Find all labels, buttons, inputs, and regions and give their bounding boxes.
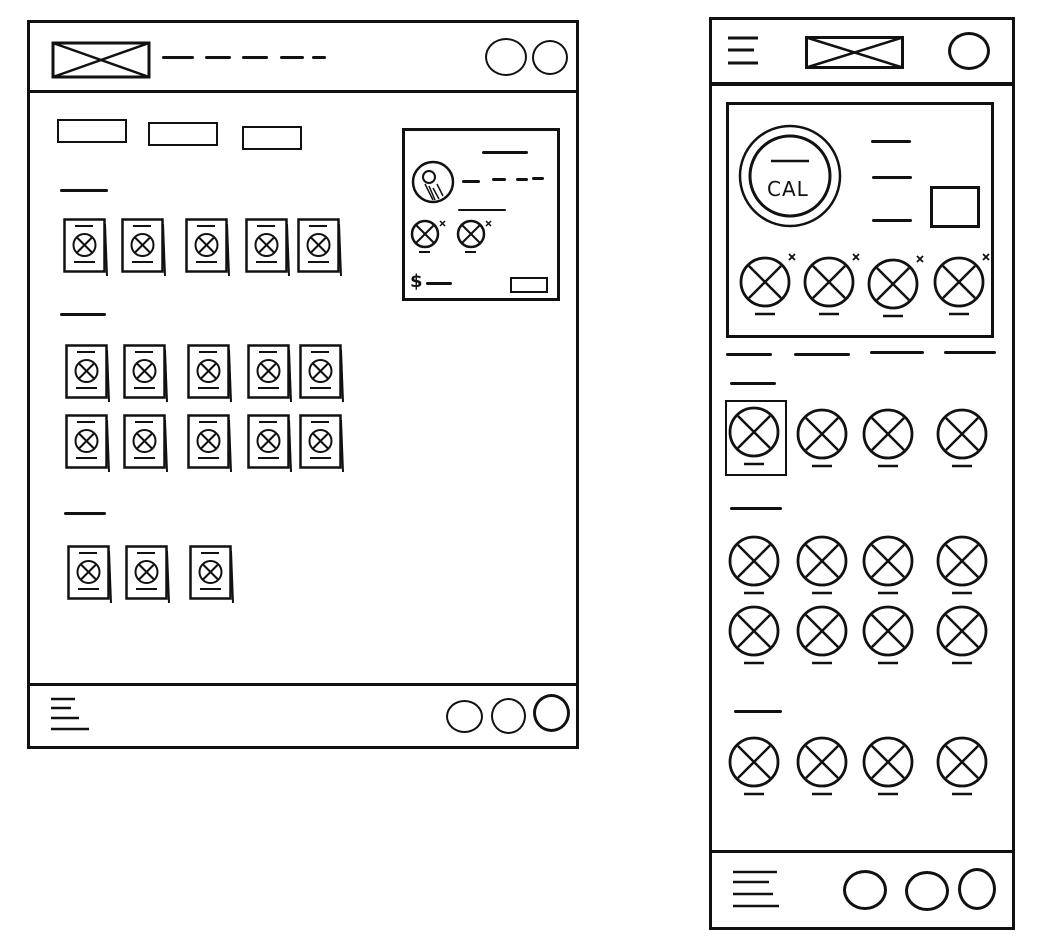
product-card[interactable] [299, 344, 345, 406]
section-heading [60, 189, 108, 192]
product-card[interactable] [189, 545, 235, 607]
footer-action-button[interactable] [446, 700, 483, 733]
item-circle-icon[interactable] [728, 533, 788, 599]
tab[interactable] [726, 353, 772, 356]
summary-action-button[interactable] [930, 186, 980, 228]
item-circle-icon[interactable] [728, 734, 788, 800]
cart-item-price [458, 209, 506, 211]
remove-item-icon[interactable] [803, 253, 863, 320]
nav-link[interactable] [205, 56, 231, 59]
product-card[interactable] [123, 344, 169, 406]
logo-placeholder-icon[interactable] [805, 36, 907, 72]
desktop-wireframe: $ [27, 20, 579, 749]
product-card[interactable] [299, 414, 345, 476]
item-circle-icon[interactable] [796, 533, 856, 599]
product-card[interactable] [67, 545, 113, 607]
footer-action-button[interactable] [533, 694, 570, 732]
product-card[interactable] [247, 414, 293, 476]
item-circle-icon[interactable] [936, 603, 996, 669]
nav-link[interactable] [162, 56, 194, 59]
cart-item-name [516, 178, 528, 181]
tab[interactable] [242, 126, 302, 150]
item-circle-icon[interactable] [796, 406, 856, 472]
item-circle-icon[interactable] [728, 603, 788, 669]
item-circle-icon[interactable] [796, 603, 856, 669]
remove-item-icon[interactable] [867, 255, 927, 322]
mobile-wireframe: CAL [709, 17, 1015, 930]
item-circle-icon[interactable] [936, 734, 996, 800]
logo-placeholder-icon[interactable] [51, 41, 152, 80]
product-card[interactable] [297, 218, 343, 280]
tab[interactable] [944, 351, 996, 354]
header-action-button[interactable] [485, 38, 527, 76]
product-card[interactable] [187, 344, 233, 406]
remove-item-icon[interactable] [410, 217, 448, 255]
product-card[interactable] [63, 218, 109, 280]
footer-action-button[interactable] [843, 870, 887, 910]
product-card[interactable] [245, 218, 291, 280]
summary-stat [871, 140, 911, 143]
item-circle-icon[interactable] [862, 406, 922, 472]
item-circle-icon[interactable] [796, 734, 856, 800]
menu-icon[interactable] [49, 696, 93, 734]
product-card[interactable] [65, 414, 111, 476]
profile-button[interactable] [948, 32, 990, 70]
footer-action-button[interactable] [491, 698, 526, 734]
footer-action-button[interactable] [905, 871, 949, 911]
cart-total [426, 282, 452, 285]
product-card[interactable] [123, 414, 169, 476]
tab[interactable] [57, 119, 127, 143]
tab[interactable] [870, 351, 924, 354]
remove-item-icon[interactable] [933, 253, 993, 320]
remove-item-icon[interactable] [739, 253, 799, 320]
product-card[interactable] [185, 218, 231, 280]
nav-link[interactable] [280, 56, 304, 59]
product-card[interactable] [65, 344, 111, 406]
cart-item-name [532, 177, 544, 180]
section-heading [730, 507, 782, 510]
header-action-button[interactable] [532, 40, 568, 75]
item-circle-icon[interactable] [936, 533, 996, 599]
tab[interactable] [794, 353, 850, 356]
cart-item-name [492, 178, 506, 181]
section-heading [60, 313, 106, 316]
section-heading [730, 382, 776, 385]
hamburger-menu-icon[interactable] [726, 36, 762, 68]
cart-panel [402, 128, 560, 301]
remove-item-icon[interactable] [456, 217, 494, 255]
cart-item-name [462, 180, 480, 183]
section-heading [64, 512, 106, 515]
item-circle-icon[interactable] [728, 404, 788, 470]
checkout-button[interactable] [510, 277, 548, 293]
ring-label: CAL [767, 177, 809, 201]
calorie-ring-icon [738, 124, 842, 228]
footer-action-button[interactable] [958, 868, 996, 910]
section-heading [734, 710, 782, 713]
item-circle-icon[interactable] [936, 406, 996, 472]
summary-stat [872, 176, 912, 179]
nav-link[interactable] [312, 56, 326, 59]
product-card[interactable] [187, 414, 233, 476]
item-circle-icon[interactable] [862, 603, 922, 669]
tab[interactable] [148, 122, 218, 146]
item-circle-icon[interactable] [862, 734, 922, 800]
product-thumbnail-icon [411, 160, 455, 204]
cart-title [482, 151, 528, 154]
product-card[interactable] [247, 344, 293, 406]
item-circle-icon[interactable] [862, 533, 922, 599]
product-card[interactable] [125, 545, 171, 607]
currency-symbol: $ [410, 271, 423, 292]
nav-link[interactable] [242, 56, 268, 59]
product-card[interactable] [121, 218, 167, 280]
summary-stat [872, 219, 912, 222]
menu-icon[interactable] [731, 870, 783, 912]
